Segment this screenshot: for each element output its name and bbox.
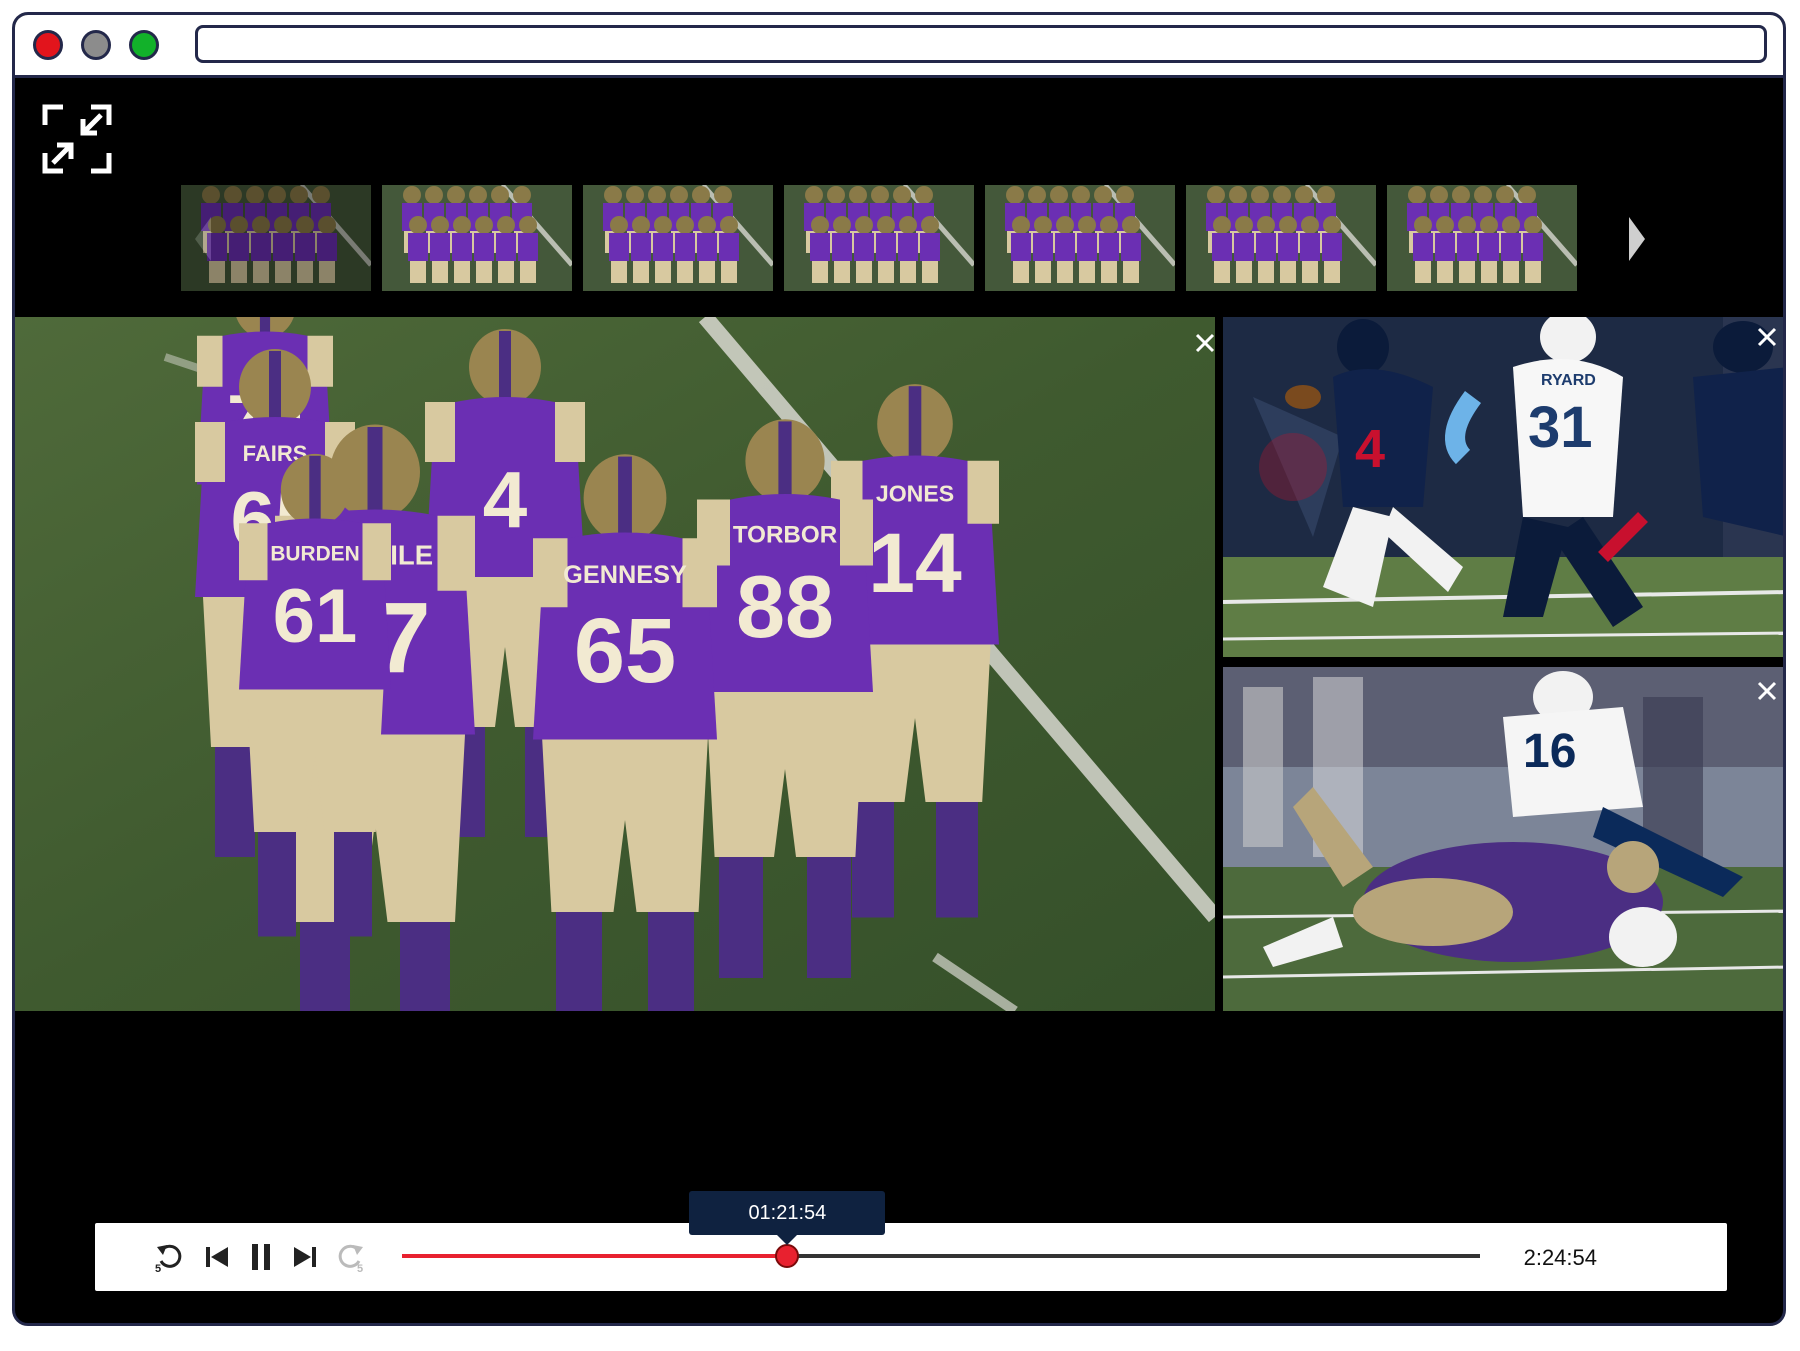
- seek-bar-progress: [402, 1254, 788, 1258]
- jersey-name: GENNESY: [563, 561, 687, 589]
- playback-controls: 5 5 2:24:54: [95, 1223, 1727, 1291]
- thumbnail-4[interactable]: [784, 185, 974, 291]
- thumbnail-3[interactable]: [583, 185, 773, 291]
- jersey-number: 61: [273, 574, 358, 659]
- seek-handle[interactable]: [775, 1244, 800, 1268]
- forward-5-label: 5: [357, 1263, 363, 1273]
- replay-5-icon[interactable]: 5: [153, 1241, 185, 1273]
- forward-5-icon[interactable]: 5: [335, 1241, 367, 1273]
- jersey-number: 4: [483, 455, 528, 544]
- browser-window: 704FAIRS65JONES14TORBOR88PERTILE77BURDEN…: [12, 12, 1786, 1326]
- current-time-tooltip: 01:21:54: [689, 1191, 886, 1245]
- side-feed-1-close-icon[interactable]: [1753, 323, 1781, 351]
- maximize-window-button[interactable]: [129, 30, 159, 60]
- thumbnail-next-icon[interactable]: [1627, 215, 1647, 263]
- thumbnail-strip: [167, 185, 1727, 291]
- side-video-feed-2[interactable]: 16: [1223, 667, 1783, 1011]
- huddle-image: 704FAIRS65JONES14TORBOR88PERTILE77BURDEN…: [15, 317, 1215, 1011]
- jersey-number: 65: [574, 600, 676, 702]
- pause-icon[interactable]: [245, 1241, 277, 1273]
- thumbnail-7[interactable]: [1387, 185, 1577, 291]
- jersey-name: TORBOR: [733, 521, 837, 548]
- duration-label: 2:24:54: [1523, 1245, 1597, 1270]
- player-number-16: 16: [1523, 725, 1576, 778]
- replay-5-label: 5: [155, 1263, 161, 1273]
- jersey-number: 88: [736, 557, 834, 656]
- byu-washington-image: 16: [1223, 667, 1783, 1011]
- jersey-name: BURDEN: [270, 542, 359, 565]
- player-number-4: 4: [1355, 419, 1385, 479]
- minimize-window-button[interactable]: [81, 30, 111, 60]
- player-number-31: 31: [1528, 395, 1593, 460]
- thumbnail-5[interactable]: [985, 185, 1175, 291]
- jersey-name: JONES: [876, 481, 954, 507]
- address-bar[interactable]: [195, 25, 1767, 63]
- exit-fullscreen-icon[interactable]: [41, 103, 113, 175]
- main-feed-close-icon[interactable]: [1191, 329, 1215, 357]
- thumbnail-1[interactable]: [181, 185, 371, 291]
- player-name-ryard: RYARD: [1541, 372, 1596, 389]
- texans-titans-image: 4 RYARD 31: [1223, 317, 1783, 657]
- skip-previous-icon[interactable]: [201, 1241, 233, 1273]
- jersey-number: 14: [868, 516, 962, 610]
- side-feed-2-close-icon[interactable]: [1753, 677, 1781, 705]
- main-video-feed[interactable]: 704FAIRS65JONES14TORBOR88PERTILE77BURDEN…: [15, 317, 1215, 1011]
- close-window-button[interactable]: [33, 30, 63, 60]
- seek-bar[interactable]: [402, 1244, 1480, 1268]
- thumbnail-6[interactable]: [1186, 185, 1376, 291]
- thumbnail-2[interactable]: [382, 185, 572, 291]
- skip-next-icon[interactable]: [289, 1241, 321, 1273]
- title-bar: [15, 15, 1783, 78]
- side-video-feed-1[interactable]: 4 RYARD 31: [1223, 317, 1783, 657]
